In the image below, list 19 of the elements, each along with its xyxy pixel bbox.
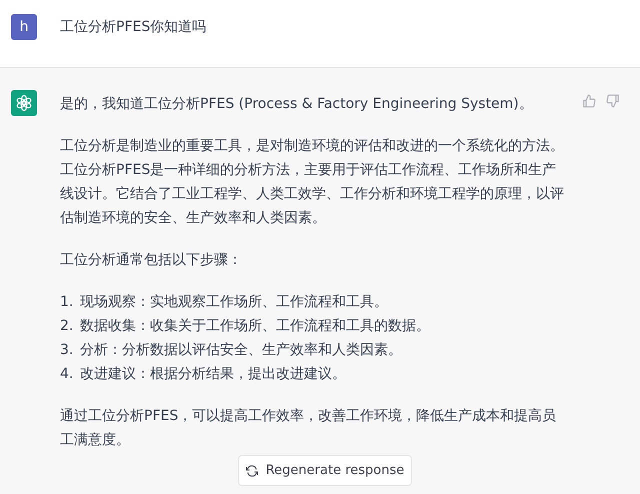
refresh-icon: [246, 464, 258, 476]
list-item-text: 现场观察：实地观察工作场所、工作流程和工具。: [80, 293, 388, 312]
answer-paragraph: 工位分析是制造业的重要工具，是对制造环境的评估和改进的一个系统化的方法。工位分析PFES是一种详细的分析方法，主要用于评估工作流程、工作场所和生产线设计。它结合了工业工程学、人类工效学、工作分析和环境工程学的原理，以评估制造环境的安全、生产效率和人类因素。: [60, 137, 565, 228]
answer-intro: 是的，我知道工位分析PFES (Process & Factory Engineering System)。: [60, 95, 534, 114]
knot-logo-icon: [15, 94, 33, 112]
list-item-text: 分析：分析数据以评估安全、生产效率和人类因素。: [80, 341, 402, 360]
regenerate-button[interactable]: Regenerate response: [238, 455, 412, 486]
thumbs-up-icon[interactable]: [582, 94, 596, 108]
list-number: 2.: [60, 317, 74, 336]
list-item-text: 数据收集：收集关于工作场所、工作流程和工具的数据。: [80, 317, 430, 336]
answer-paragraph: 工位分析通常包括以下步骤：: [60, 251, 243, 270]
list-number: 1.: [60, 293, 74, 312]
list-number: 4.: [60, 365, 74, 384]
user-message: 工位分析PFES你知道吗: [60, 18, 206, 36]
user-avatar: h: [11, 14, 37, 40]
list-item-text: 改进建议：根据分析结果，提出改进建议。: [80, 365, 346, 384]
thumbs-down-icon[interactable]: [606, 94, 620, 108]
answer-paragraph: 通过工位分析PFES，可以提高工作效率，改善工作环境，降低生产成本和提高员工满意度。: [60, 407, 558, 450]
list-number: 3.: [60, 341, 74, 360]
